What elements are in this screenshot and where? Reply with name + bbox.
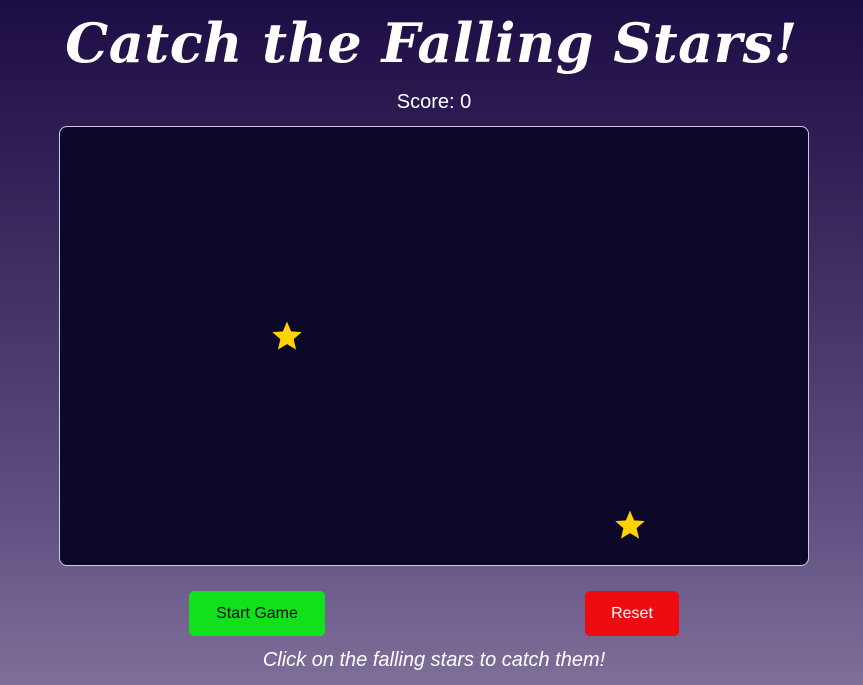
star-icon-shape <box>272 321 302 350</box>
instructions-text: Click on the falling stars to catch them… <box>262 649 606 671</box>
reset-button[interactable]: Reset <box>585 591 679 636</box>
score-display: Score: 0 <box>396 91 472 113</box>
star-icon[interactable] <box>270 319 304 353</box>
start-game-button[interactable]: Start Game <box>189 591 325 636</box>
game-area[interactable] <box>59 126 809 566</box>
game-title: Catch the Falling Stars! <box>65 11 798 75</box>
star-icon[interactable] <box>613 508 647 542</box>
star-icon-shape <box>615 510 645 539</box>
